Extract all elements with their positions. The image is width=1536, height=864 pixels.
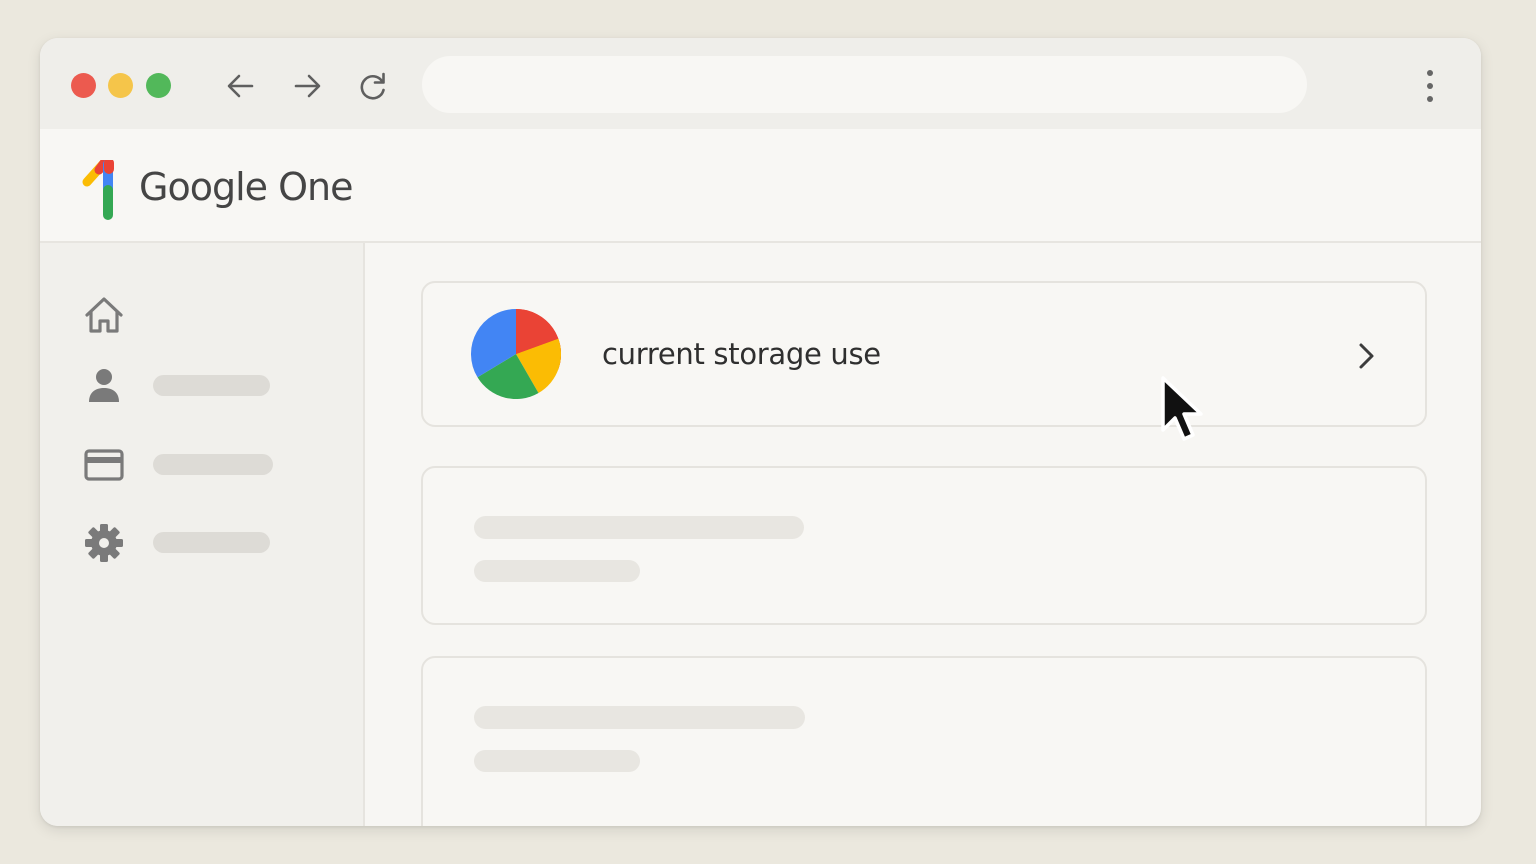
sidebar-item-settings[interactable] xyxy=(80,521,330,565)
chevron-right-icon xyxy=(1359,343,1374,369)
google-one-logo-icon xyxy=(82,160,114,220)
skeleton-line xyxy=(474,560,640,582)
credit-card-icon xyxy=(80,443,128,487)
more-vertical-icon[interactable] xyxy=(1417,68,1443,104)
reload-button[interactable] xyxy=(355,68,391,104)
browser-toolbar xyxy=(40,38,1481,129)
sidebar-item-home[interactable] xyxy=(80,293,330,337)
placeholder-card xyxy=(421,656,1427,826)
sidebar-item-billing[interactable] xyxy=(80,443,330,487)
skeleton-line xyxy=(474,750,640,772)
storage-label: current storage use xyxy=(602,337,881,371)
address-bar[interactable] xyxy=(422,56,1307,113)
reload-icon xyxy=(360,72,385,100)
placeholder-card xyxy=(421,466,1427,625)
pie-chart-icon xyxy=(471,309,561,399)
home-icon xyxy=(80,293,128,337)
placeholder-bar xyxy=(153,532,270,553)
placeholder-bar xyxy=(153,375,270,396)
person-icon xyxy=(80,364,128,408)
arrow-right-icon xyxy=(294,74,321,98)
minimize-window-button[interactable] xyxy=(108,73,133,98)
sidebar-item-account[interactable] xyxy=(80,364,330,408)
browser-window: Google One current storage use xyxy=(40,38,1481,826)
app-logo-text: Google One xyxy=(139,165,353,209)
maximize-window-button[interactable] xyxy=(146,73,171,98)
app-header: Google One xyxy=(40,129,1481,243)
placeholder-bar xyxy=(153,454,273,475)
skeleton-line xyxy=(474,516,804,539)
gear-icon xyxy=(80,521,128,565)
close-window-button[interactable] xyxy=(71,73,96,98)
forward-button[interactable] xyxy=(289,68,325,104)
skeleton-line xyxy=(474,706,805,729)
storage-card[interactable]: current storage use xyxy=(421,281,1427,427)
back-button[interactable] xyxy=(223,68,259,104)
arrow-left-icon xyxy=(227,74,254,98)
sidebar xyxy=(40,243,365,826)
